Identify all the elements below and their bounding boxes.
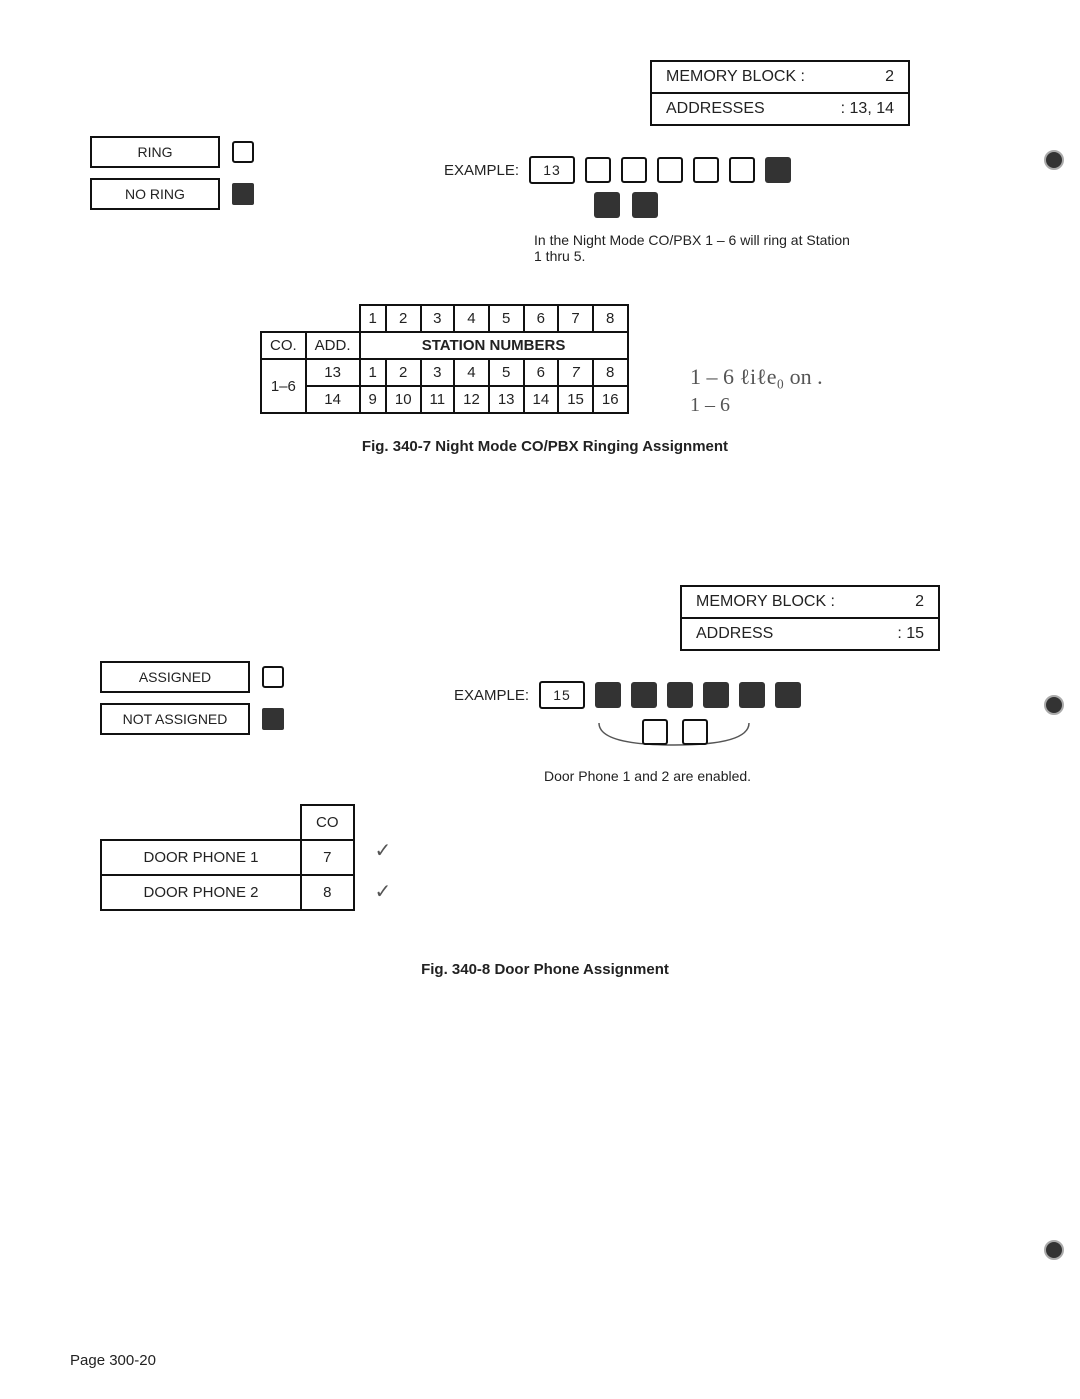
- table-cell: 9: [360, 386, 386, 413]
- table-cell: 8: [593, 359, 628, 386]
- table-cell: 15: [558, 386, 593, 413]
- table-cell: 16: [593, 386, 628, 413]
- example-note: In the Night Mode CO/PBX 1 – 6 will ring…: [534, 232, 854, 264]
- legend-ring-label: RING: [90, 136, 220, 168]
- open-square-icon: [657, 157, 683, 183]
- door-phone-label: DOOR PHONE 1: [101, 840, 301, 875]
- table-cell: 4: [454, 359, 489, 386]
- add-value: 14: [306, 386, 360, 413]
- table-cell: 10: [386, 386, 421, 413]
- solid-square-icon: [775, 682, 801, 708]
- example-label: EXAMPLE:: [454, 687, 529, 704]
- table-cell: 3: [421, 359, 455, 386]
- open-square-icon: [682, 719, 708, 745]
- checkmark-icon: ✓: [375, 879, 392, 904]
- open-square-icon: [232, 141, 254, 163]
- figure-caption: Fig. 340-7 Night Mode CO/PBX Ringing Ass…: [70, 438, 1020, 455]
- table-head-cell: 7: [558, 305, 593, 332]
- table-head-cell: 8: [593, 305, 628, 332]
- table-head-cell: 4: [454, 305, 489, 332]
- assigned-legend: ASSIGNED NOT ASSIGNED: [100, 661, 284, 735]
- example-address-chip: 13: [529, 156, 575, 184]
- solid-square-icon: [632, 192, 658, 218]
- legend-not-assigned-label: NOT ASSIGNED: [100, 703, 250, 735]
- open-square-icon: [262, 666, 284, 688]
- legend-no-ring-label: NO RING: [90, 178, 220, 210]
- solid-square-icon: [703, 682, 729, 708]
- memory-block-value: 2: [885, 68, 894, 86]
- table-head-cell: 5: [489, 305, 524, 332]
- door-phone-co: 8: [301, 875, 354, 910]
- solid-square-icon: [667, 682, 693, 708]
- table-cell: 2: [386, 359, 421, 386]
- page-footer: Page 300-20: [70, 1352, 156, 1369]
- solid-square-icon: [739, 682, 765, 708]
- legend-assigned-label: ASSIGNED: [100, 661, 250, 693]
- table-cell: 13: [489, 386, 524, 413]
- solid-square-icon: [232, 183, 254, 205]
- binder-hole: [1044, 695, 1064, 715]
- solid-square-icon: [594, 192, 620, 218]
- add-label: ADD.: [306, 332, 360, 359]
- table-head-cell: 6: [524, 305, 559, 332]
- door-phone-co: 7: [301, 840, 354, 875]
- ring-legend: RING NO RING: [90, 136, 254, 210]
- memory-block-card: MEMORY BLOCK : 2 ADDRESSES : 13, 14: [650, 60, 910, 126]
- example-address-chip: 15: [539, 681, 585, 709]
- handwritten-note: 1 – 6: [690, 394, 730, 417]
- solid-square-icon: [595, 682, 621, 708]
- binder-hole: [1044, 150, 1064, 170]
- memory-block-card: MEMORY BLOCK : 2 ADDRESS : 15: [680, 585, 940, 651]
- checkmark-icon: ✓: [375, 838, 392, 863]
- station-numbers-table: 1 2 3 4 5 6 7 8 CO. ADD. STATION NUMBERS…: [260, 304, 629, 414]
- open-square-icon: [621, 157, 647, 183]
- table-cell: 7: [558, 359, 593, 386]
- memory-block-value: 2: [915, 593, 924, 611]
- figure-caption: Fig. 340-8 Door Phone Assignment: [70, 961, 1020, 978]
- example-note: Door Phone 1 and 2 are enabled.: [544, 768, 1020, 784]
- table-cell: 14: [524, 386, 559, 413]
- address-value: : 15: [897, 625, 924, 643]
- binder-hole: [1044, 1240, 1064, 1260]
- table-head-cell: 2: [386, 305, 421, 332]
- door-phone-table: CO DOOR PHONE 1 7 DOOR PHONE 2 8: [100, 804, 355, 911]
- address-label: ADDRESS: [696, 625, 773, 643]
- co-label: CO.: [261, 332, 306, 359]
- open-square-icon: [693, 157, 719, 183]
- table-cell: 6: [524, 359, 559, 386]
- open-square-icon: [642, 719, 668, 745]
- table-cell: 1: [360, 359, 386, 386]
- table-cell: 5: [489, 359, 524, 386]
- solid-square-icon: [262, 708, 284, 730]
- open-square-icon: [585, 157, 611, 183]
- addresses-label: ADDRESSES: [666, 100, 765, 118]
- open-square-icon: [729, 157, 755, 183]
- solid-square-icon: [631, 682, 657, 708]
- solid-square-icon: [765, 157, 791, 183]
- memory-block-label: MEMORY BLOCK :: [696, 593, 835, 611]
- handwritten-note: 1 – 6 ℓiℓe₀ on .: [690, 364, 823, 390]
- addresses-value: : 13, 14: [841, 100, 894, 118]
- table-cell: 12: [454, 386, 489, 413]
- co-value: 1–6: [261, 359, 306, 413]
- example-label: EXAMPLE:: [444, 162, 519, 179]
- page-content: MEMORY BLOCK : 2 ADDRESSES : 13, 14 RING…: [0, 0, 1080, 1008]
- memory-block-label: MEMORY BLOCK :: [666, 68, 805, 86]
- table-head-cell: 1: [360, 305, 386, 332]
- table-head-cell: 3: [421, 305, 455, 332]
- table-cell: 11: [421, 386, 455, 413]
- door-phone-label: DOOR PHONE 2: [101, 875, 301, 910]
- table-head-cell: CO: [301, 805, 354, 840]
- station-numbers-label: STATION NUMBERS: [360, 332, 628, 359]
- add-value: 13: [306, 359, 360, 386]
